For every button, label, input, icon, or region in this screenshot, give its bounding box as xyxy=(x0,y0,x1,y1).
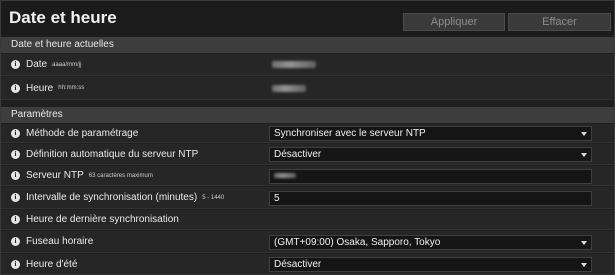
interval-input[interactable]: 5 xyxy=(269,191,592,206)
info-icon[interactable]: i xyxy=(11,128,20,138)
interval-range-hint: 5 - 1440 xyxy=(202,194,225,201)
info-icon[interactable]: i xyxy=(11,149,20,159)
chevron-down-icon xyxy=(581,153,587,157)
timezone-label: Fuseau horaire xyxy=(26,236,94,247)
ntp-server-input[interactable] xyxy=(269,169,592,184)
ntp-server-label: Serveur NTP xyxy=(26,170,84,181)
date-label-group: i Date aaaa/mm/jj xyxy=(11,54,81,75)
method-label: Méthode de paramétrage xyxy=(26,127,139,139)
auto-ntp-row: i Définition automatique du serveur NTP … xyxy=(1,144,614,165)
timezone-row: i Fuseau horaire (GMT+09:00) Osaka, Sapp… xyxy=(1,231,614,253)
last-sync-label-group: i Heure de dernière synchronisation xyxy=(11,210,179,229)
info-icon[interactable]: i xyxy=(11,237,20,246)
timezone-select[interactable]: (GMT+09:00) Osaka, Sapporo, Tokyo xyxy=(269,235,592,250)
date-time-panel: Date et heure Appliquer Effacer Date et … xyxy=(0,0,615,275)
auto-ntp-label-group: i Définition automatique du serveur NTP xyxy=(11,144,198,164)
info-icon[interactable]: i xyxy=(11,171,20,180)
dst-select-value: Désactiver xyxy=(274,259,322,270)
auto-ntp-label: Définition automatique du serveur NTP xyxy=(26,148,199,160)
interval-label: Intervalle de synchronisation (minutes) xyxy=(26,192,198,203)
date-row: i Date aaaa/mm/jj xyxy=(1,54,614,76)
chevron-down-icon xyxy=(581,132,587,136)
info-icon[interactable]: i xyxy=(11,215,20,224)
info-icon[interactable]: i xyxy=(11,193,20,202)
date-label: Date xyxy=(26,59,48,70)
ntp-server-row: i Serveur NTP 63 caractères maximum xyxy=(1,166,614,186)
ntp-server-label-group: i Serveur NTP 63 caractères maximum xyxy=(11,166,153,185)
auto-ntp-select[interactable]: Désactiver xyxy=(269,147,592,162)
ntp-server-hint: 63 caractères maximum xyxy=(88,172,153,179)
date-format-hint: aaaa/mm/jj xyxy=(52,61,82,68)
dst-label-group: i Heure d'été xyxy=(11,254,77,274)
time-format-hint: hh:mm:ss xyxy=(58,85,85,91)
dst-select[interactable]: Désactiver xyxy=(269,257,592,272)
last-sync-row: i Heure de dernière synchronisation xyxy=(1,210,614,230)
method-select[interactable]: Synchroniser avec le serveur NTP xyxy=(269,126,592,141)
method-label-group: i Méthode de paramétrage xyxy=(11,124,138,142)
time-value-redacted xyxy=(272,85,306,92)
time-label: Heure xyxy=(26,82,54,94)
method-row: i Méthode de paramétrage Synchroniser av… xyxy=(1,124,614,143)
page-title: Date et heure xyxy=(9,8,117,27)
time-label-group: i Heure hh:mm:ss xyxy=(11,77,84,99)
section-current-datetime: Date et heure actuelles xyxy=(1,37,614,53)
last-sync-label: Heure de dernière synchronisation xyxy=(26,214,179,225)
info-icon[interactable]: i xyxy=(11,60,20,69)
timezone-label-group: i Fuseau horaire xyxy=(11,231,93,252)
info-icon[interactable]: i xyxy=(11,83,20,93)
interval-label-group: i Intervalle de synchronisation (minutes… xyxy=(11,187,224,208)
time-row: i Heure hh:mm:ss xyxy=(1,77,614,100)
timezone-select-value: (GMT+09:00) Osaka, Sapporo, Tokyo xyxy=(274,237,441,248)
auto-ntp-select-value: Désactiver xyxy=(274,149,322,160)
section-parameters: Paramètres xyxy=(1,107,614,123)
panel-header: Date et heure Appliquer Effacer xyxy=(1,1,614,35)
chevron-down-icon xyxy=(581,241,587,245)
dst-label: Heure d'été xyxy=(26,258,78,270)
method-select-value: Synchroniser avec le serveur NTP xyxy=(274,128,426,139)
dst-row: i Heure d'été Désactiver xyxy=(1,254,614,275)
clear-button[interactable]: Effacer xyxy=(508,13,611,31)
interval-row: i Intervalle de synchronisation (minutes… xyxy=(1,187,614,209)
info-icon[interactable]: i xyxy=(11,259,20,269)
ntp-server-value-redacted xyxy=(274,173,296,178)
chevron-down-icon xyxy=(581,263,587,267)
date-value-redacted xyxy=(272,61,316,68)
apply-button[interactable]: Appliquer xyxy=(403,13,505,31)
